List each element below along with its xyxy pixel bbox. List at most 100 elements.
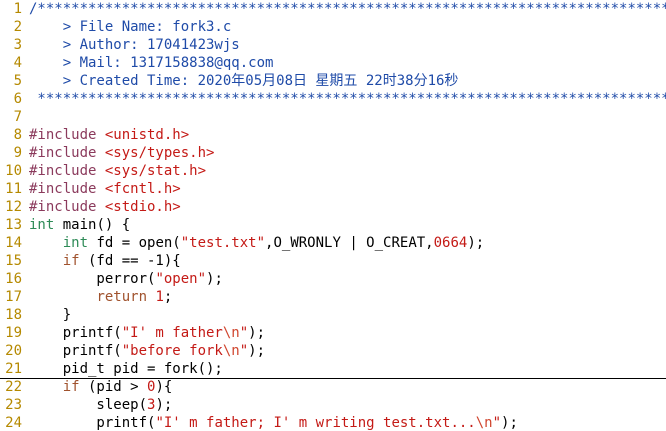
- line-number: 24: [5, 415, 22, 431]
- code-text: int main() {: [29, 216, 130, 234]
- code-line[interactable]: 7: [0, 108, 666, 126]
- code-token: <fcntl.h>: [104, 181, 181, 197]
- code-token: return: [96, 289, 148, 305]
- code-line[interactable]: 2 > File Name: fork3.c: [0, 18, 666, 36]
- code-token: pid_t pid = fork();: [29, 361, 223, 377]
- code-token: ****************************************…: [29, 91, 666, 107]
- code-token: );: [501, 415, 518, 431]
- code-token: /***************************************…: [29, 1, 666, 17]
- line-number: 22: [5, 379, 22, 395]
- code-token: printf(: [29, 415, 156, 431]
- code-line[interactable]: 9 #include <sys/types.h>: [0, 144, 666, 162]
- code-token: 1: [155, 289, 164, 305]
- code-line[interactable]: 13 int main() {: [0, 216, 666, 234]
- code-token: main() {: [54, 217, 131, 233]
- code-line[interactable]: 23 sleep(3);: [0, 396, 666, 414]
- code-token: <stdio.h>: [104, 199, 181, 215]
- code-text: > Created Time: 2020年05月08日 星期五 22时38分16…: [29, 72, 459, 90]
- line-number: 19: [5, 325, 22, 341]
- code-token: > Author: 17041423wjs: [29, 37, 240, 53]
- code-token: \n: [222, 343, 240, 359]
- code-line[interactable]: 20 printf("before fork\n");: [0, 342, 666, 360]
- code-text: #include <stdio.h>: [29, 198, 181, 216]
- line-number: 6: [13, 91, 22, 107]
- code-text: printf("I' m father\n");: [29, 324, 265, 342]
- code-token: > File Name: fork3.c: [29, 19, 232, 35]
- code-token: );: [206, 271, 223, 287]
- code-text: int fd = open("test.txt",O_WRONLY | O_CR…: [29, 234, 484, 252]
- code-line[interactable]: 12 #include <stdio.h>: [0, 198, 666, 216]
- code-token: "I' m father; I' m writing test.txt...: [155, 415, 476, 431]
- code-token: "open": [155, 271, 207, 287]
- line-number: 10: [5, 163, 22, 179]
- code-line[interactable]: 19 printf("I' m father\n");: [0, 324, 666, 342]
- code-token: <sys/types.h>: [104, 145, 215, 161]
- code-token: 0664: [433, 235, 468, 251]
- code-token: "I' m father: [121, 325, 223, 341]
- code-line[interactable]: 11 #include <fcntl.h>: [0, 180, 666, 198]
- code-token: );: [155, 397, 173, 413]
- code-text: printf("before fork\n");: [29, 342, 265, 360]
- code-line[interactable]: 24 printf("I' m father; I' m writing tes…: [0, 414, 666, 431]
- code-token: if: [62, 253, 80, 269]
- code-line[interactable]: 5 > Created Time: 2020年05月08日 星期五 22时38分…: [0, 72, 666, 90]
- code-token: #include: [29, 199, 105, 215]
- line-number: 18: [5, 307, 22, 323]
- cursor-line[interactable]: 21 pid_t pid = fork();: [0, 360, 666, 379]
- code-text: printf("I' m father; I' m writing test.t…: [29, 414, 518, 431]
- code-line[interactable]: 8 #include <unistd.h>: [0, 126, 666, 144]
- code-token: #include: [29, 163, 105, 179]
- line-number: 12: [5, 199, 22, 215]
- code-token: ": [239, 343, 249, 359]
- line-number: 20: [5, 343, 22, 359]
- code-token: "test.txt": [180, 235, 266, 251]
- code-text: sleep(3);: [29, 396, 172, 414]
- code-line[interactable]: 18 }: [0, 306, 666, 324]
- code-token: ": [239, 325, 249, 341]
- code-line[interactable]: 3 > Author: 17041423wjs: [0, 36, 666, 54]
- code-text: }: [29, 306, 71, 324]
- code-token: int: [29, 217, 55, 233]
- code-token: );: [248, 343, 266, 359]
- line-number: 21: [5, 361, 22, 377]
- line-number: 4: [13, 55, 22, 71]
- code-token: printf(: [29, 325, 122, 341]
- code-line[interactable]: 22 if (pid > 0){: [0, 378, 666, 396]
- code-line[interactable]: 17 return 1;: [0, 288, 666, 306]
- code-token: printf(: [29, 343, 122, 359]
- code-token: ;: [163, 289, 173, 305]
- code-text: return 1;: [29, 288, 172, 306]
- code-token: "before fork: [121, 343, 223, 359]
- line-number: 3: [13, 37, 22, 53]
- code-text: /***************************************…: [29, 0, 666, 18]
- code-token: int: [62, 235, 89, 251]
- code-token: > Mail: 1317158838@qq.com: [29, 55, 274, 71]
- line-number: 14: [5, 235, 22, 251]
- code-text: > Mail: 1317158838@qq.com: [29, 54, 274, 72]
- code-text: perror("open");: [29, 270, 223, 288]
- code-token: );: [467, 235, 485, 251]
- code-token: if: [62, 379, 80, 395]
- code-token: #include: [29, 145, 105, 161]
- code-token: > Created Time: 2020年05月08日 星期五 22时38分16…: [29, 73, 459, 89]
- line-number: 17: [5, 289, 22, 305]
- code-line[interactable]: 14 int fd = open("test.txt",O_WRONLY | O…: [0, 234, 666, 252]
- line-number: 11: [5, 181, 22, 197]
- code-line[interactable]: 6 **************************************…: [0, 90, 666, 108]
- code-line[interactable]: 10 #include <sys/stat.h>: [0, 162, 666, 180]
- code-text: if (pid > 0){: [29, 378, 173, 396]
- code-editor[interactable]: 1 /**************************************…: [0, 0, 666, 431]
- code-line[interactable]: 16 perror("open");: [0, 270, 666, 288]
- code-text: ****************************************…: [29, 90, 666, 108]
- code-text: #include <sys/stat.h>: [29, 162, 206, 180]
- code-text: if (fd == -1){: [29, 252, 181, 270]
- line-number: 8: [13, 127, 22, 143]
- line-number: 15: [5, 253, 22, 269]
- code-line[interactable]: 15 if (fd == -1){: [0, 252, 666, 270]
- code-line[interactable]: 1 /**************************************…: [0, 0, 666, 18]
- code-token: #include: [29, 181, 105, 197]
- code-line[interactable]: 4 > Mail: 1317158838@qq.com: [0, 54, 666, 72]
